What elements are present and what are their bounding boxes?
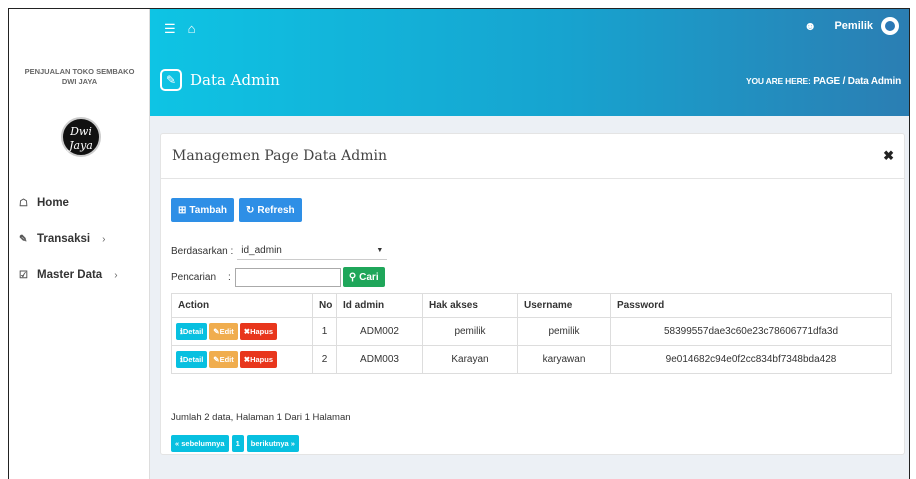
cell-no: 1 bbox=[312, 317, 337, 346]
refresh-button[interactable]: ↻ Refresh bbox=[239, 198, 302, 222]
table-row: ℹ Detail ✎ Edit ✖ Hapus 1 ADM002 pemilik pemi… bbox=[171, 317, 892, 346]
filter-label: Berdasarkan : bbox=[171, 245, 234, 257]
refresh-icon: ↻ bbox=[246, 204, 255, 216]
sidebar-item-master-data[interactable]: ☑ Master Data › bbox=[9, 257, 150, 293]
chevron-right-icon: › bbox=[102, 233, 106, 245]
detail-label: Detail bbox=[182, 355, 204, 364]
app-window: PENJUALAN TOKO SEMBAKO DWI JAYA Dwi Jaya… bbox=[8, 8, 910, 479]
search-button-label: Cari bbox=[359, 271, 379, 283]
brand-line-1: PENJUALAN TOKO SEMBAKO bbox=[24, 67, 135, 76]
breadcrumb-page[interactable]: PAGE bbox=[813, 76, 840, 87]
cell-username: pemilik bbox=[517, 317, 611, 346]
caret-down-icon: ▼ bbox=[376, 247, 384, 254]
filter-row: Berdasarkan : id_admin ▼ bbox=[171, 242, 388, 260]
edit-button[interactable]: ✎ Edit bbox=[209, 323, 238, 340]
search-input[interactable] bbox=[234, 267, 341, 287]
panel-header: Managemen Page Data Admin ✖ bbox=[161, 134, 904, 179]
cell-password: 9e014682c94e0f2cc834bf7348bda428 bbox=[610, 345, 892, 374]
users-icon: ☻ bbox=[803, 19, 817, 33]
edit-label: Edit bbox=[219, 327, 234, 336]
sidebar-nav: ☖ Home ✎ Transaksi › ☑ Master Data › bbox=[9, 185, 150, 293]
col-hak-akses: Hak akses bbox=[422, 293, 518, 318]
home-icon: ☖ bbox=[19, 197, 28, 209]
search-icon: ⚲ bbox=[348, 271, 357, 283]
add-button-label: Tambah bbox=[189, 204, 227, 216]
col-id-admin: Id admin bbox=[336, 293, 423, 318]
menu-toggle-icon[interactable]: ☰ bbox=[164, 21, 176, 37]
user-name: Pemilik bbox=[834, 20, 873, 32]
edit-button[interactable]: ✎ Edit bbox=[209, 351, 238, 368]
search-label: Pencarian bbox=[171, 271, 217, 283]
prev-page-button[interactable]: « sebelumnya bbox=[171, 435, 229, 452]
close-icon[interactable]: ✖ bbox=[883, 148, 894, 164]
delete-button[interactable]: ✖ Hapus bbox=[239, 351, 277, 368]
table-header-row: Action No Id admin Hak akses Username Pa… bbox=[171, 293, 892, 318]
edit-icon: ☑ bbox=[19, 269, 28, 281]
col-no: No bbox=[312, 293, 337, 318]
sidebar-item-label: Home bbox=[37, 197, 69, 209]
breadcrumb-separator: / bbox=[842, 76, 846, 87]
search-colon: : bbox=[228, 271, 231, 283]
next-page-button[interactable]: berikutnya » bbox=[246, 435, 299, 452]
row-actions: ℹ Detail ✎ Edit ✖ Hapus bbox=[171, 345, 313, 374]
admin-table: Action No Id admin Hak akses Username Pa… bbox=[171, 293, 892, 374]
panel-title: Managemen Page Data Admin bbox=[172, 148, 387, 164]
detail-button[interactable]: ℹ Detail bbox=[176, 351, 208, 368]
cell-id-admin: ADM002 bbox=[336, 317, 423, 346]
cell-username: karyawan bbox=[517, 345, 611, 374]
avatar bbox=[881, 17, 899, 35]
brand-line-2: DWI JAYA bbox=[61, 77, 98, 86]
col-password: Password bbox=[610, 293, 892, 318]
cell-hak-akses: Karayan bbox=[422, 345, 518, 374]
user-menu[interactable]: ☻ Pemilik bbox=[804, 17, 899, 35]
logo-text-2: Jaya bbox=[69, 139, 93, 152]
sidebar-item-home[interactable]: ☖ Home bbox=[9, 185, 150, 221]
filter-select[interactable]: id_admin ▼ bbox=[237, 242, 388, 260]
breadcrumb: YOU ARE HERE: PAGE / Data Admin bbox=[746, 76, 901, 87]
sidebar-item-label: Master Data bbox=[37, 269, 103, 281]
add-button[interactable]: ⊞ Tambah bbox=[171, 198, 234, 222]
search-row: Pencarian : ⚲ Cari bbox=[171, 267, 385, 287]
panel-toolbar: ⊞ Tambah ↻ Refresh bbox=[171, 198, 302, 222]
chevron-right-icon: › bbox=[114, 269, 118, 281]
filter-value: id_admin bbox=[241, 245, 282, 256]
page-heading: ✎ Data Admin bbox=[160, 69, 280, 91]
sidebar-item-transaksi[interactable]: ✎ Transaksi › bbox=[9, 221, 150, 257]
pencil-square-icon: ✎ bbox=[160, 69, 182, 91]
home-icon[interactable]: ⌂ bbox=[188, 21, 196, 37]
delete-label: Hapus bbox=[250, 355, 273, 364]
content-panel: Managemen Page Data Admin ✖ ⊞ Tambah ↻ Ref… bbox=[160, 133, 905, 455]
cell-password: 58399557dae3c60e23c78606771dfa3d bbox=[610, 317, 892, 346]
plus-icon: ⊞ bbox=[178, 204, 187, 216]
sidebar: PENJUALAN TOKO SEMBAKO DWI JAYA Dwi Jaya… bbox=[9, 9, 150, 479]
detail-button[interactable]: ℹ Detail bbox=[176, 323, 208, 340]
cell-hak-akses: pemilik bbox=[422, 317, 518, 346]
page-title: Data Admin bbox=[190, 71, 280, 89]
edit-label: Edit bbox=[219, 355, 234, 364]
page-1-button[interactable]: 1 bbox=[231, 435, 244, 452]
sidebar-item-label: Transaksi bbox=[37, 233, 91, 245]
pagination-summary: Jumlah 2 data, Halaman 1 Dari 1 Halaman bbox=[171, 412, 351, 423]
brand-name: PENJUALAN TOKO SEMBAKO DWI JAYA bbox=[9, 67, 150, 87]
pencil-icon: ✎ bbox=[19, 233, 28, 245]
col-username: Username bbox=[517, 293, 611, 318]
breadcrumb-current: Data Admin bbox=[847, 76, 901, 87]
logo-text-1: Dwi bbox=[70, 125, 92, 138]
delete-label: Hapus bbox=[250, 327, 273, 336]
cell-id-admin: ADM003 bbox=[336, 345, 423, 374]
row-actions: ℹ Detail ✎ Edit ✖ Hapus bbox=[171, 317, 313, 346]
detail-label: Detail bbox=[182, 327, 204, 336]
table-row: ℹ Detail ✎ Edit ✖ Hapus 2 ADM003 Karayan kary… bbox=[171, 345, 892, 374]
refresh-button-label: Refresh bbox=[257, 204, 295, 216]
delete-button[interactable]: ✖ Hapus bbox=[239, 323, 277, 340]
breadcrumb-prefix: YOU ARE HERE: bbox=[745, 76, 811, 86]
cell-no: 2 bbox=[312, 345, 337, 374]
topbar-left: ☰ ⌂ bbox=[164, 21, 196, 37]
col-action: Action bbox=[171, 293, 313, 318]
search-button[interactable]: ⚲ Cari bbox=[342, 267, 385, 287]
brand-logo: Dwi Jaya bbox=[61, 117, 101, 157]
top-header: ☰ ⌂ ☻ Pemilik ✎ Data Admin YOU ARE HERE:… bbox=[150, 9, 909, 116]
pagination: « sebelumnya 1 berikutnya » bbox=[171, 435, 299, 452]
